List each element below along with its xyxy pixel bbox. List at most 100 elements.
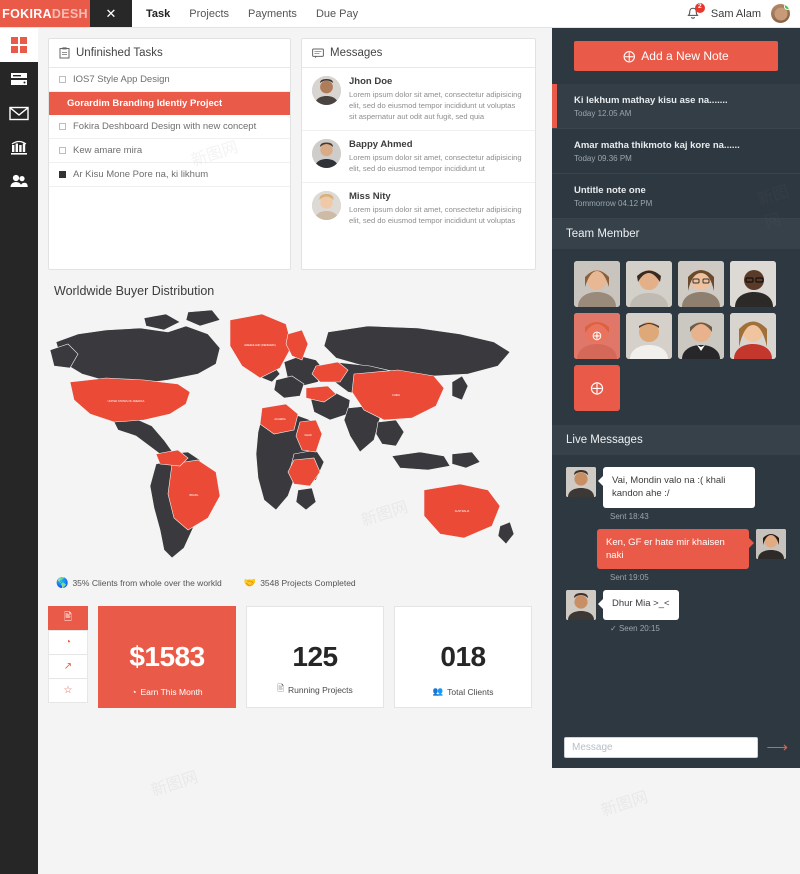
mail-icon [9,106,29,121]
world-map[interactable]: UNITED STATES OF AMERICA GREENLAND (DENM… [48,304,536,572]
task-item[interactable]: Fokira Deshboard Design with new concept [49,115,290,139]
user-name: Sam Alam [710,7,761,20]
dashboard-grid-icon [11,37,27,53]
team-member-avatar[interactable] [678,313,724,359]
team-member-avatar[interactable] [730,313,776,359]
message-text: Lorem ipsum dolor sit amet, consectetur … [349,205,522,225]
sidebar-item-users[interactable] [0,164,38,198]
note-date: Today 12.05 AM [574,109,632,118]
task-checkbox-checked[interactable] [59,171,66,178]
send-arrow-icon[interactable]: ⟶ [766,738,788,756]
chat-row-incoming: Vai, Mondin valo na :( khali kandon ahe … [566,467,786,508]
star-icon[interactable]: ☆ [48,678,88,703]
stat-label-wrap: 👥 Total Clients [433,686,494,697]
main-content: Unfinished Tasks IOS7 Style App Design G… [38,28,552,874]
tab-projects[interactable]: Projects [189,8,229,20]
handshake-icon: 🤝 [243,578,257,589]
right-panel: ⨁ Add a New Note Ki lekhum mathay kisu a… [552,28,800,768]
stat-value: 018 [440,641,486,672]
note-item[interactable]: Untitle note one Tommorrow 04.12 PM [552,174,800,219]
team-member-avatar[interactable] [574,261,620,307]
message-input[interactable] [564,736,759,758]
stat-label: Earn This Month [140,687,203,697]
svg-text:GREENLAND (DENMARK): GREENLAND (DENMARK) [244,343,276,347]
sidebar-toggle-button[interactable]: ✕ [90,0,132,27]
task-item[interactable]: IOS7 Style App Design [49,68,290,92]
avatar [312,191,341,220]
nav-tabs: Task Projects Payments Due Pay [132,0,358,27]
world-map-panel: Worldwide Buyer Distribution UNITED STAT… [48,280,536,598]
team-member-avatar[interactable] [626,313,672,359]
message-sender: Miss Nity [349,191,391,202]
stat-card-earnings[interactable]: $1583 ◔ Earn This Month [98,606,236,708]
message-item[interactable]: Jhon Doe Lorem ipsum dolor sit amet, con… [302,68,535,131]
brand-logo[interactable]: FOKIRA DESH [0,0,90,27]
team-member-avatar[interactable] [678,261,724,307]
team-member-grid: ⨁ [552,249,800,425]
sidebar-item-analytics[interactable] [0,130,38,164]
task-checkbox[interactable] [59,147,66,154]
world-map-svg: UNITED STATES OF AMERICA GREENLAND (DENM… [48,304,536,572]
avatar [566,467,596,497]
note-item[interactable]: Ki lekhum mathay kisu ase na....... Toda… [552,84,800,129]
task-checkbox[interactable] [59,123,66,130]
notification-badge: 2 [694,2,705,13]
map-legend: 🌎 35% Clients from whole over the workld … [48,572,536,595]
tab-due-pay[interactable]: Due Pay [316,8,358,20]
svg-text:UNITED STATES OF AMERICA: UNITED STATES OF AMERICA [108,399,145,403]
sidebar-item-dashboard[interactable] [0,28,38,62]
chat-meta: Sent 18:43 [610,511,649,521]
message-text: Lorem ipsum dolor sit amet, consectetur … [349,90,522,121]
brand-dim: DESH [51,6,88,21]
note-title: Untitle note one [574,185,646,196]
message-item[interactable]: Miss Nity Lorem ipsum dolor sit amet, co… [302,183,535,234]
add-team-member-button[interactable]: ⨁ [574,365,620,411]
tab-payments[interactable]: Payments [248,8,297,20]
task-checkbox[interactable] [59,76,66,83]
stat-card-running-projects[interactable]: 125 🖹 Running Projects [246,606,384,708]
top-bar-right: 2 Sam Alam [685,0,800,27]
pie-chart-icon[interactable]: ◔ [48,630,88,655]
notifications-button[interactable]: 2 [685,2,705,22]
stats-icon-strip: 🖹 ◔ ↗ ☆ [48,606,88,708]
comment-icon [312,48,324,58]
sidebar-item-server[interactable] [0,62,38,96]
chat-meta: Sent 19:05 [610,573,649,583]
avatar[interactable] [771,4,790,23]
task-item[interactable]: Ar Kisu Mone Pore na, ki likhum [49,163,290,187]
message-item[interactable]: Bappy Ahmed Lorem ipsum dolor sit amet, … [302,131,535,183]
chat-bubble-incoming: Vai, Mondin valo na :( khali kandon ahe … [598,467,755,508]
note-title: Ki lekhum mathay kisu ase na....... [574,95,728,106]
clock-icon: ◔ [131,687,137,697]
top-cards-row: Unfinished Tasks IOS7 Style App Design G… [48,38,542,270]
task-item-highlighted[interactable]: Gorardim Branding Identiy Project [49,92,290,115]
note-title: Amar matha thikmoto kaj kore na...... [574,140,740,151]
avatar-face [774,7,787,21]
messages-card-header: Messages [302,39,535,68]
legend-item-projects: 🤝 3548 Projects Completed [244,578,356,589]
stat-label: Running Projects [288,685,353,695]
line-chart-icon[interactable]: ↗ [48,654,88,679]
team-member-avatar[interactable] [730,261,776,307]
avatar [312,76,341,105]
task-item[interactable]: Kew amare mira [49,139,290,163]
report-icon[interactable]: 🖹 [48,606,88,631]
team-member-avatar[interactable] [626,261,672,307]
sidebar-item-mail[interactable] [0,96,38,130]
add-new-note-button[interactable]: ⨁ Add a New Note [574,41,778,71]
users-icon [10,174,28,187]
top-bar: FOKIRA DESH ✕ Task Projects Payments Due … [0,0,800,28]
task-label: IOS7 Style App Design [73,74,170,85]
chat-bubble-incoming: Dhur Mia >_< [598,590,679,621]
legend-text: 35% Clients from whole over the workld [72,578,222,588]
stat-card-total-clients[interactable]: 018 👥 Total Clients [394,606,532,708]
live-messages-header: Live Messages [552,425,800,455]
team-member-avatar-selected[interactable] [574,313,620,359]
analytics-bar-chart-icon [11,140,27,155]
dashboard-app: FOKIRA DESH ✕ Task Projects Payments Due … [0,0,800,874]
tab-task[interactable]: Task [146,8,170,20]
legend-text: 3548 Projects Completed [260,578,356,588]
brand-strong: FOKIRA [2,6,52,21]
clipboard-icon [59,47,70,59]
note-item[interactable]: Amar matha thikmoto kaj kore na...... To… [552,129,800,174]
